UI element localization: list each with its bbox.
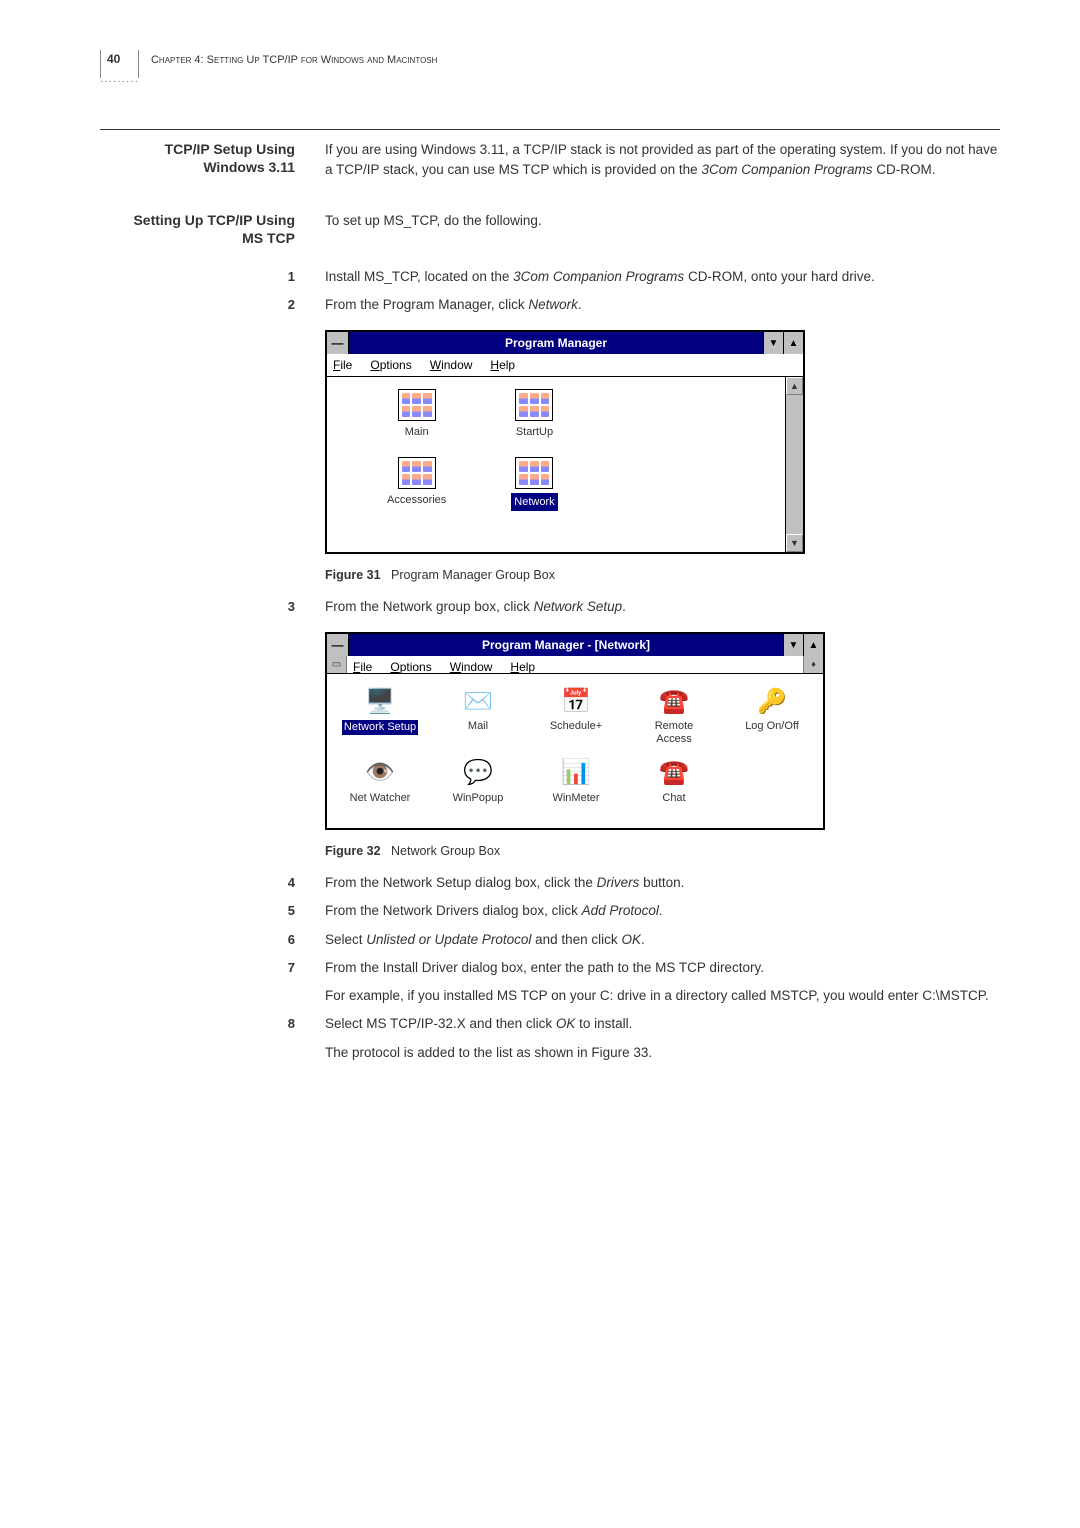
step-number: 4 — [100, 873, 295, 893]
mail-icon: ✉️ — [461, 684, 495, 718]
mdi-system-menu-icon[interactable]: ▭ — [327, 656, 347, 673]
figure-31: — Program Manager ▼ ▲ File Options Windo… — [325, 330, 1000, 554]
icon-winmeter[interactable]: 📊 WinMeter — [537, 756, 615, 805]
step-text: Select Unlisted or Update Protocol and t… — [325, 930, 1000, 950]
menu-file[interactable]: File — [333, 356, 352, 374]
remote-access-icon: ☎️ — [657, 684, 691, 718]
menu-window[interactable]: Window — [450, 658, 493, 671]
figure-31-caption: Figure 31 Program Manager Group Box — [325, 566, 1000, 585]
menu-window[interactable]: Window — [430, 356, 473, 374]
icon-schedule[interactable]: 📅 Schedule+ — [537, 684, 615, 733]
section-heading-setting-up: Setting Up TCP/IP Using MS TCP — [100, 211, 295, 247]
menu-options[interactable]: Options — [370, 356, 411, 374]
title-bar: — Program Manager ▼ ▲ — [327, 332, 803, 354]
group-network[interactable]: Network — [511, 457, 557, 512]
page-header: 40 ········· Chapter 4: Setting Up TCP/I… — [100, 50, 1000, 89]
section-heading-tcpip-setup: TCP/IP Setup Using Windows 3.11 — [100, 140, 295, 191]
step-text: From the Network Drivers dialog box, cli… — [325, 901, 1000, 921]
minimize-button[interactable]: ▼ — [763, 332, 783, 354]
step-number: 8 — [100, 1014, 295, 1063]
step-number: 1 — [100, 267, 295, 287]
scroll-up-icon[interactable]: ▲ — [786, 377, 803, 395]
step-text: Select MS TCP/IP-32.X and then click OK … — [325, 1014, 1000, 1063]
step-number: 3 — [100, 597, 295, 617]
system-menu-icon[interactable]: — — [327, 634, 349, 656]
key-icon: 🔑 — [755, 684, 789, 718]
icon-winpopup[interactable]: 💬 WinPopup — [439, 756, 517, 805]
mdi-child-bar: ▭ File Options Window Help ♦ — [327, 656, 823, 674]
schedule-icon: 📅 — [559, 684, 593, 718]
section-rule — [100, 129, 1000, 130]
group-accessories[interactable]: Accessories — [387, 457, 446, 509]
step-text: From the Program Manager, click Network. — [325, 295, 1000, 315]
step-number: 2 — [100, 295, 295, 315]
group-main[interactable]: Main — [387, 389, 446, 441]
step-text: Install MS_TCP, located on the 3Com Comp… — [325, 267, 1000, 287]
menu-file[interactable]: File — [353, 658, 372, 671]
maximize-button[interactable]: ▲ — [803, 634, 823, 656]
window-title: Program Manager — [349, 332, 763, 354]
window-title: Program Manager - [Network] — [349, 634, 783, 656]
group-startup[interactable]: StartUp — [511, 389, 557, 441]
network-setup-icon: 🖥️ — [363, 684, 397, 718]
maximize-button[interactable]: ▲ — [783, 332, 803, 354]
menu-help[interactable]: Help — [490, 356, 515, 374]
menu-bar: File Options Window Help — [327, 354, 803, 377]
menu-options[interactable]: Options — [390, 658, 431, 671]
step-text: From the Install Driver dialog box, ente… — [325, 958, 1000, 1007]
step-text: From the Network group box, click Networ… — [325, 597, 1000, 617]
winpopup-icon: 💬 — [461, 756, 495, 790]
icon-log-onoff[interactable]: 🔑 Log On/Off — [733, 684, 811, 733]
figure-32: — Program Manager - [Network] ▼ ▲ ▭ File… — [325, 632, 1000, 830]
chat-icon: ☎️ — [657, 756, 691, 790]
step-text: From the Network Setup dialog box, click… — [325, 873, 1000, 893]
minimize-button[interactable]: ▼ — [783, 634, 803, 656]
icon-remote-access[interactable]: ☎️ RemoteAccess — [635, 684, 713, 745]
system-menu-icon[interactable]: — — [327, 332, 349, 354]
icon-chat[interactable]: ☎️ Chat — [635, 756, 713, 805]
winmeter-icon: 📊 — [559, 756, 593, 790]
step-number: 5 — [100, 901, 295, 921]
step-number: 7 — [100, 958, 295, 1007]
figure-32-caption: Figure 32 Network Group Box — [325, 842, 1000, 861]
netwatcher-icon: 👁️ — [363, 756, 397, 790]
step-number: 6 — [100, 930, 295, 950]
scroll-down-icon[interactable]: ▼ — [786, 534, 803, 552]
chapter-title: Chapter 4: Setting Up TCP/IP for Windows… — [151, 50, 437, 69]
icon-network-setup[interactable]: 🖥️ Network Setup — [341, 684, 419, 735]
menu-help[interactable]: Help — [510, 658, 535, 671]
icon-mail[interactable]: ✉️ Mail — [439, 684, 517, 733]
section-body: To set up MS_TCP, do the following. — [325, 211, 1000, 247]
dots-decoration: ········· — [100, 74, 139, 89]
title-bar: — Program Manager - [Network] ▼ ▲ — [327, 634, 823, 656]
section-body: If you are using Windows 3.11, a TCP/IP … — [325, 140, 1000, 191]
icon-netwatcher[interactable]: 👁️ Net Watcher — [341, 756, 419, 805]
vertical-scrollbar[interactable]: ▲ ▼ — [785, 377, 803, 552]
restore-button[interactable]: ♦ — [803, 656, 823, 673]
